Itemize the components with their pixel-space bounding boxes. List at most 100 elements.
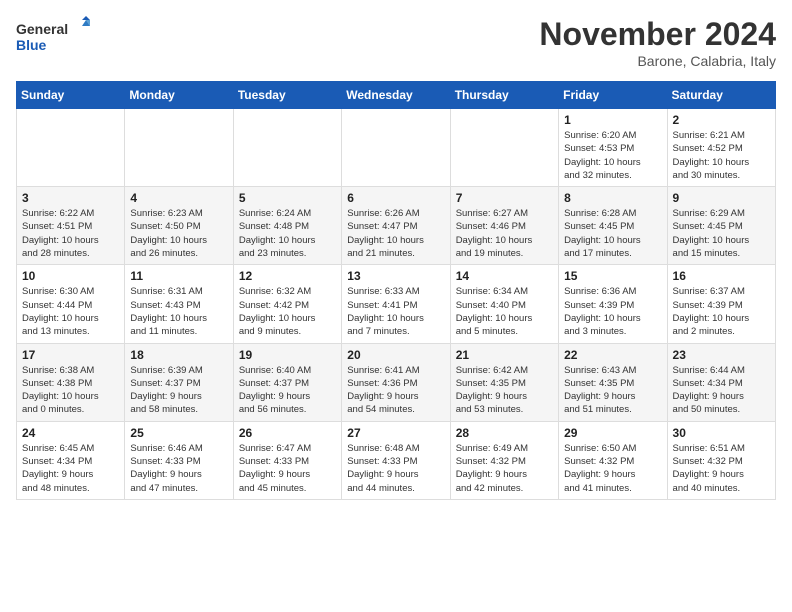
logo-svg: General Blue: [16, 16, 96, 58]
day-info: Sunrise: 6:49 AM Sunset: 4:32 PM Dayligh…: [456, 442, 553, 495]
day-number: 30: [673, 426, 770, 440]
day-info: Sunrise: 6:36 AM Sunset: 4:39 PM Dayligh…: [564, 285, 661, 338]
calendar-cell: 19 Sunrise: 6:40 AM Sunset: 4:37 PM Dayli…: [233, 343, 341, 421]
day-info: Sunrise: 6:27 AM Sunset: 4:46 PM Dayligh…: [456, 207, 553, 260]
calendar-cell: 10 Sunrise: 6:30 AM Sunset: 4:44 PM Dayli…: [17, 265, 125, 343]
title-block: November 2024 Barone, Calabria, Italy: [539, 16, 776, 69]
day-number: 18: [130, 348, 227, 362]
calendar-cell: [233, 109, 341, 187]
day-info: Sunrise: 6:38 AM Sunset: 4:38 PM Dayligh…: [22, 364, 119, 417]
calendar-cell: 26Sunrise: 6:47 AM Sunset: 4:33 PM Dayli…: [233, 421, 341, 499]
day-info: Sunrise: 6:30 AM Sunset: 4:44 PM Dayligh…: [22, 285, 119, 338]
weekday-header: Wednesday: [342, 82, 450, 109]
day-number: 17: [22, 348, 119, 362]
day-number: 12: [239, 269, 336, 283]
day-number: 10: [22, 269, 119, 283]
calendar-week-row: 1 Sunrise: 6:20 AM Sunset: 4:53 PM Daylig…: [17, 109, 776, 187]
day-info: Sunrise: 6:26 AM Sunset: 4:47 PM Dayligh…: [347, 207, 444, 260]
calendar-cell: 21 Sunrise: 6:42 AM Sunset: 4:35 PM Dayli…: [450, 343, 558, 421]
day-info: Sunrise: 6:50 AM Sunset: 4:32 PM Dayligh…: [564, 442, 661, 495]
weekday-header: Thursday: [450, 82, 558, 109]
day-number: 5: [239, 191, 336, 205]
day-number: 2: [673, 113, 770, 127]
calendar-cell: 29 Sunrise: 6:50 AM Sunset: 4:32 PM Dayli…: [559, 421, 667, 499]
calendar-cell: [450, 109, 558, 187]
day-info: Sunrise: 6:39 AM Sunset: 4:37 PM Dayligh…: [130, 364, 227, 417]
page-header: General Blue November 2024 Barone, Calab…: [16, 16, 776, 69]
day-info: Sunrise: 6:44 AM Sunset: 4:34 PM Dayligh…: [673, 364, 770, 417]
calendar-cell: [17, 109, 125, 187]
day-info: Sunrise: 6:51 AM Sunset: 4:32 PM Dayligh…: [673, 442, 770, 495]
location: Barone, Calabria, Italy: [539, 53, 776, 69]
day-info: Sunrise: 6:28 AM Sunset: 4:45 PM Dayligh…: [564, 207, 661, 260]
calendar-cell: 25Sunrise: 6:46 AM Sunset: 4:33 PM Dayli…: [125, 421, 233, 499]
day-info: Sunrise: 6:22 AM Sunset: 4:51 PM Dayligh…: [22, 207, 119, 260]
calendar-cell: 27 Sunrise: 6:48 AM Sunset: 4:33 PM Dayli…: [342, 421, 450, 499]
day-number: 24: [22, 426, 119, 440]
day-info: Sunrise: 6:23 AM Sunset: 4:50 PM Dayligh…: [130, 207, 227, 260]
day-info: Sunrise: 6:42 AM Sunset: 4:35 PM Dayligh…: [456, 364, 553, 417]
weekday-header: Saturday: [667, 82, 775, 109]
day-number: 27: [347, 426, 444, 440]
day-info: Sunrise: 6:37 AM Sunset: 4:39 PM Dayligh…: [673, 285, 770, 338]
day-info: Sunrise: 6:34 AM Sunset: 4:40 PM Dayligh…: [456, 285, 553, 338]
day-info: Sunrise: 6:46 AM Sunset: 4:33 PM Dayligh…: [130, 442, 227, 495]
calendar-cell: 1 Sunrise: 6:20 AM Sunset: 4:53 PM Daylig…: [559, 109, 667, 187]
day-number: 13: [347, 269, 444, 283]
calendar-cell: 17 Sunrise: 6:38 AM Sunset: 4:38 PM Dayli…: [17, 343, 125, 421]
calendar-cell: 13 Sunrise: 6:33 AM Sunset: 4:41 PM Dayli…: [342, 265, 450, 343]
logo: General Blue: [16, 16, 96, 58]
day-info: Sunrise: 6:43 AM Sunset: 4:35 PM Dayligh…: [564, 364, 661, 417]
day-number: 4: [130, 191, 227, 205]
day-number: 26: [239, 426, 336, 440]
calendar-cell: 5Sunrise: 6:24 AM Sunset: 4:48 PM Daylig…: [233, 187, 341, 265]
day-number: 9: [673, 191, 770, 205]
day-info: Sunrise: 6:31 AM Sunset: 4:43 PM Dayligh…: [130, 285, 227, 338]
weekday-header: Sunday: [17, 82, 125, 109]
day-number: 8: [564, 191, 661, 205]
day-number: 28: [456, 426, 553, 440]
calendar: SundayMondayTuesdayWednesdayThursdayFrid…: [16, 81, 776, 500]
calendar-cell: 12 Sunrise: 6:32 AM Sunset: 4:42 PM Dayli…: [233, 265, 341, 343]
calendar-cell: 24 Sunrise: 6:45 AM Sunset: 4:34 PM Dayli…: [17, 421, 125, 499]
calendar-cell: 23 Sunrise: 6:44 AM Sunset: 4:34 PM Dayli…: [667, 343, 775, 421]
calendar-cell: 8 Sunrise: 6:28 AM Sunset: 4:45 PM Daylig…: [559, 187, 667, 265]
day-info: Sunrise: 6:20 AM Sunset: 4:53 PM Dayligh…: [564, 129, 661, 182]
svg-text:Blue: Blue: [16, 37, 47, 53]
day-info: Sunrise: 6:40 AM Sunset: 4:37 PM Dayligh…: [239, 364, 336, 417]
calendar-cell: 20Sunrise: 6:41 AM Sunset: 4:36 PM Dayli…: [342, 343, 450, 421]
calendar-week-row: 24 Sunrise: 6:45 AM Sunset: 4:34 PM Dayli…: [17, 421, 776, 499]
day-number: 22: [564, 348, 661, 362]
day-info: Sunrise: 6:21 AM Sunset: 4:52 PM Dayligh…: [673, 129, 770, 182]
svg-text:General: General: [16, 21, 68, 37]
calendar-cell: [342, 109, 450, 187]
day-number: 23: [673, 348, 770, 362]
calendar-cell: 7Sunrise: 6:27 AM Sunset: 4:46 PM Daylig…: [450, 187, 558, 265]
calendar-cell: [125, 109, 233, 187]
calendar-cell: 15 Sunrise: 6:36 AM Sunset: 4:39 PM Dayli…: [559, 265, 667, 343]
calendar-cell: 11Sunrise: 6:31 AM Sunset: 4:43 PM Dayli…: [125, 265, 233, 343]
month-title: November 2024: [539, 16, 776, 53]
day-number: 14: [456, 269, 553, 283]
calendar-cell: 9 Sunrise: 6:29 AM Sunset: 4:45 PM Daylig…: [667, 187, 775, 265]
day-number: 1: [564, 113, 661, 127]
calendar-week-row: 3Sunrise: 6:22 AM Sunset: 4:51 PM Daylig…: [17, 187, 776, 265]
weekday-header: Monday: [125, 82, 233, 109]
day-number: 6: [347, 191, 444, 205]
day-info: Sunrise: 6:48 AM Sunset: 4:33 PM Dayligh…: [347, 442, 444, 495]
calendar-cell: 22 Sunrise: 6:43 AM Sunset: 4:35 PM Dayli…: [559, 343, 667, 421]
day-info: Sunrise: 6:32 AM Sunset: 4:42 PM Dayligh…: [239, 285, 336, 338]
calendar-cell: 30 Sunrise: 6:51 AM Sunset: 4:32 PM Dayli…: [667, 421, 775, 499]
day-info: Sunrise: 6:45 AM Sunset: 4:34 PM Dayligh…: [22, 442, 119, 495]
day-number: 29: [564, 426, 661, 440]
day-number: 19: [239, 348, 336, 362]
day-number: 21: [456, 348, 553, 362]
day-number: 15: [564, 269, 661, 283]
day-info: Sunrise: 6:29 AM Sunset: 4:45 PM Dayligh…: [673, 207, 770, 260]
weekday-header-row: SundayMondayTuesdayWednesdayThursdayFrid…: [17, 82, 776, 109]
weekday-header: Tuesday: [233, 82, 341, 109]
day-number: 16: [673, 269, 770, 283]
day-info: Sunrise: 6:33 AM Sunset: 4:41 PM Dayligh…: [347, 285, 444, 338]
calendar-week-row: 10 Sunrise: 6:30 AM Sunset: 4:44 PM Dayli…: [17, 265, 776, 343]
weekday-header: Friday: [559, 82, 667, 109]
